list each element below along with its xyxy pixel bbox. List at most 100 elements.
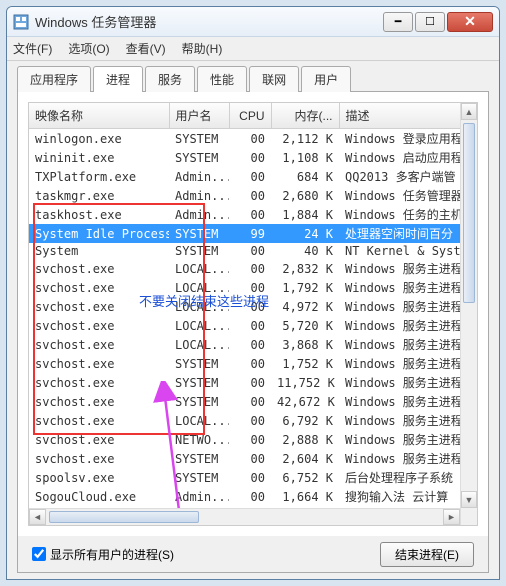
cell-desc: NT Kernel & Syste — [339, 243, 477, 259]
cell-mem: 4,972 K — [271, 297, 339, 316]
table-row[interactable]: sidebar.exeAdmin...009,860 KWindows 桌面小工… — [29, 525, 477, 526]
cell-mem: 1,884 K — [271, 205, 339, 224]
table-row[interactable]: System Idle ProcessSYSTEM9924 K处理器空闲时间百分 — [29, 224, 477, 243]
titlebar[interactable]: Windows 任务管理器 ━ ☐ ✕ — [7, 7, 499, 37]
cell-desc: Windows 服务主进程 — [339, 449, 477, 468]
menu-view[interactable]: 查看(V) — [126, 40, 166, 57]
end-process-button[interactable]: 结束进程(E) — [380, 542, 474, 567]
horizontal-scrollbar[interactable]: ◄ ► — [29, 508, 460, 525]
col-description[interactable]: 描述 — [339, 103, 477, 129]
table-row[interactable]: winlogon.exeSYSTEM002,112 KWindows 登录应用程 — [29, 129, 477, 149]
cell-desc: 处理器空闲时间百分 — [339, 224, 477, 243]
col-user-name[interactable]: 用户名 — [169, 103, 229, 129]
cell-desc: Windows 服务主进程 — [339, 297, 477, 316]
table-row[interactable]: svchost.exeLOCAL...005,720 KWindows 服务主进… — [29, 316, 477, 335]
cell-desc: 后台处理程序子系统 — [339, 468, 477, 487]
cell-cpu: 00 — [229, 205, 271, 224]
cell-user: Admin... — [169, 167, 229, 186]
tab-users[interactable]: 用户 — [301, 66, 351, 92]
menubar: 文件(F) 选项(O) 查看(V) 帮助(H) — [7, 37, 499, 61]
cell-name: SogouCloud.exe — [29, 487, 169, 506]
tab-applications[interactable]: 应用程序 — [17, 66, 91, 92]
table-row[interactable]: TXPlatform.exeAdmin...00684 KQQ2013 多客户端… — [29, 167, 477, 186]
tab-performance[interactable]: 性能 — [197, 66, 247, 92]
process-list[interactable]: 映像名称 用户名 CPU 内存(... 描述 winlogon.exeSYSTE… — [28, 102, 478, 526]
minimize-button[interactable]: ━ — [383, 12, 413, 32]
tab-networking[interactable]: 联网 — [249, 66, 299, 92]
table-row[interactable]: SogouCloud.exeAdmin...001,664 K搜狗输入法 云计算 — [29, 487, 477, 506]
cell-user: LOCAL... — [169, 259, 229, 278]
column-headers[interactable]: 映像名称 用户名 CPU 内存(... 描述 — [29, 103, 477, 129]
show-all-checkbox-input[interactable] — [32, 547, 46, 561]
cell-name: winlogon.exe — [29, 129, 169, 149]
scroll-thumb[interactable] — [463, 123, 475, 303]
cell-cpu: 00 — [229, 411, 271, 430]
cell-user: SYSTEM — [169, 243, 229, 259]
vertical-scrollbar[interactable]: ▲ ▼ — [460, 103, 477, 525]
scroll-thumb-h[interactable] — [49, 511, 199, 523]
cell-user: LOCAL... — [169, 316, 229, 335]
maximize-button[interactable]: ☐ — [415, 12, 445, 32]
cell-user: Admin... — [169, 487, 229, 506]
col-image-name[interactable]: 映像名称 — [29, 103, 169, 129]
cell-name: svchost.exe — [29, 297, 169, 316]
menu-options[interactable]: 选项(O) — [68, 40, 109, 57]
table-row[interactable]: svchost.exeLOCAL...006,792 KWindows 服务主进… — [29, 411, 477, 430]
table-row[interactable]: spoolsv.exeSYSTEM006,752 K后台处理程序子系统 — [29, 468, 477, 487]
cell-cpu: 00 — [229, 525, 271, 526]
cell-user: Admin... — [169, 205, 229, 224]
cell-mem: 2,832 K — [271, 259, 339, 278]
window-title: Windows 任务管理器 — [35, 12, 383, 31]
menu-file[interactable]: 文件(F) — [13, 40, 52, 57]
cell-cpu: 00 — [229, 392, 271, 411]
cell-name: System Idle Process — [29, 224, 169, 243]
close-button[interactable]: ✕ — [447, 12, 493, 32]
cell-user: SYSTEM — [169, 354, 229, 373]
cell-user: SYSTEM — [169, 449, 229, 468]
scroll-left-button[interactable]: ◄ — [29, 509, 46, 525]
cell-user: Admin... — [169, 525, 229, 526]
tab-services[interactable]: 服务 — [145, 66, 195, 92]
table-row[interactable]: svchost.exeSYSTEM002,604 KWindows 服务主进程 — [29, 449, 477, 468]
show-all-users-checkbox[interactable]: 显示所有用户的进程(S) — [32, 546, 380, 563]
cell-name: svchost.exe — [29, 430, 169, 449]
cell-cpu: 00 — [229, 259, 271, 278]
cell-name: svchost.exe — [29, 259, 169, 278]
app-icon — [13, 14, 29, 30]
cell-user: LOCAL... — [169, 278, 229, 297]
table-row[interactable]: SystemSYSTEM0040 KNT Kernel & Syste — [29, 243, 477, 259]
table-row[interactable]: taskmgr.exeAdmin...002,680 KWindows 任务管理… — [29, 186, 477, 205]
cell-mem: 3,868 K — [271, 335, 339, 354]
cell-mem: 6,752 K — [271, 468, 339, 487]
table-row[interactable]: svchost.exeLOCAL...003,868 KWindows 服务主进… — [29, 335, 477, 354]
table-row[interactable]: svchost.exeSYSTEM0042,672 KWindows 服务主进程 — [29, 392, 477, 411]
cell-mem: 2,604 K — [271, 449, 339, 468]
table-row[interactable]: svchost.exeLOCAL...001,792 KWindows 服务主进… — [29, 278, 477, 297]
table-row[interactable]: svchost.exeSYSTEM0011,752 KWindows 服务主进程 — [29, 373, 477, 392]
cell-cpu: 00 — [229, 297, 271, 316]
table-row[interactable]: svchost.exeLOCAL...004,972 KWindows 服务主进… — [29, 297, 477, 316]
cell-user: SYSTEM — [169, 224, 229, 243]
scroll-up-button[interactable]: ▲ — [461, 103, 477, 120]
cell-desc: Windows 登录应用程 — [339, 129, 477, 149]
cell-name: svchost.exe — [29, 354, 169, 373]
cell-name: svchost.exe — [29, 392, 169, 411]
cell-desc: Windows 服务主进程 — [339, 430, 477, 449]
cell-mem: 2,112 K — [271, 129, 339, 149]
tab-processes[interactable]: 进程 — [93, 66, 143, 92]
cell-cpu: 00 — [229, 148, 271, 167]
col-memory[interactable]: 内存(... — [271, 103, 339, 129]
table-row[interactable]: svchost.exeNETWO...002,888 KWindows 服务主进… — [29, 430, 477, 449]
col-cpu[interactable]: CPU — [229, 103, 271, 129]
task-manager-window: Windows 任务管理器 ━ ☐ ✕ 文件(F) 选项(O) 查看(V) 帮助… — [6, 6, 500, 580]
cell-cpu: 00 — [229, 167, 271, 186]
table-row[interactable]: taskhost.exeAdmin...001,884 KWindows 任务的… — [29, 205, 477, 224]
table-row[interactable]: wininit.exeSYSTEM001,108 KWindows 启动应用程 — [29, 148, 477, 167]
menu-help[interactable]: 帮助(H) — [182, 40, 223, 57]
scroll-right-button[interactable]: ► — [443, 509, 460, 525]
scroll-down-button[interactable]: ▼ — [461, 491, 477, 508]
table-row[interactable]: svchost.exeSYSTEM001,752 KWindows 服务主进程 — [29, 354, 477, 373]
cell-desc: Windows 服务主进程 — [339, 411, 477, 430]
table-row[interactable]: svchost.exeLOCAL...002,832 KWindows 服务主进… — [29, 259, 477, 278]
cell-mem: 1,752 K — [271, 354, 339, 373]
